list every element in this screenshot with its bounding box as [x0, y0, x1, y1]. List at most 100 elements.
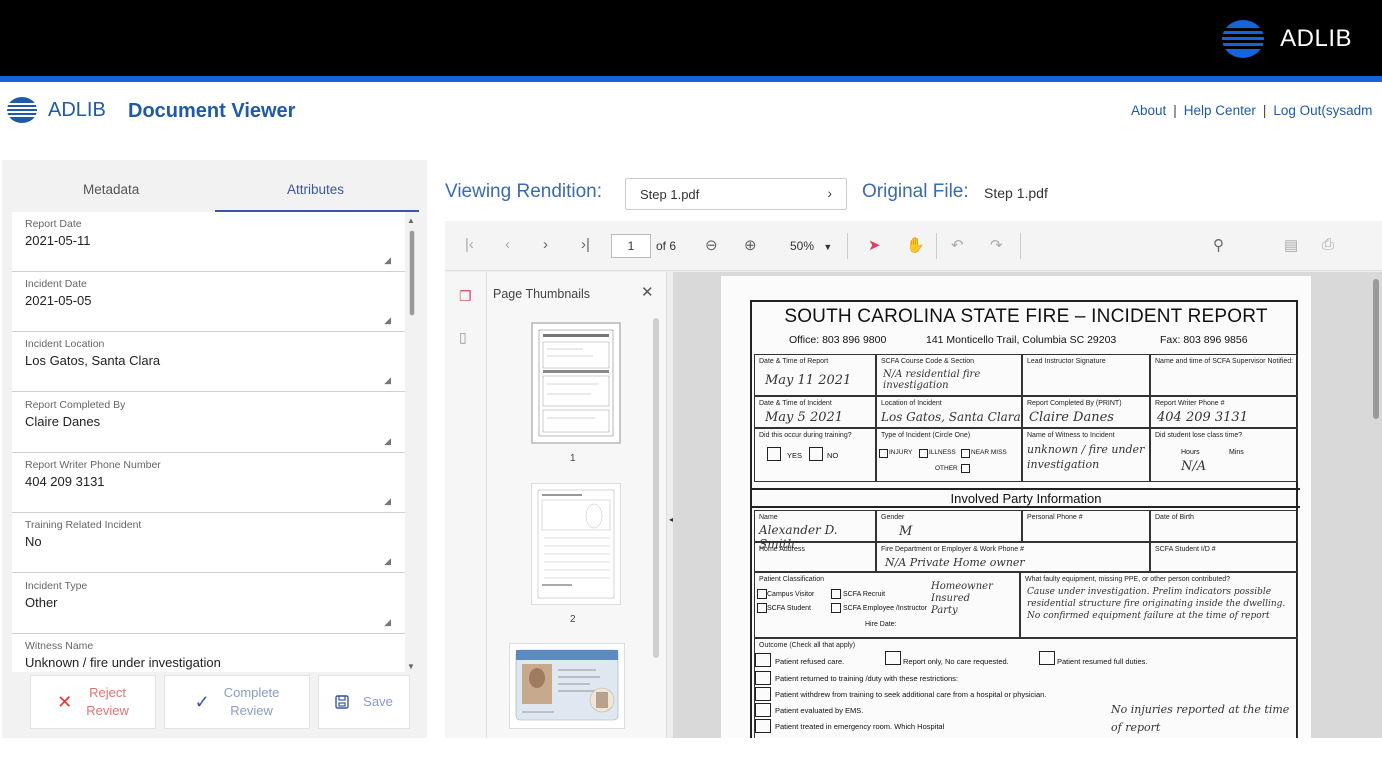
- form-address: 141 Monticello Trail, Columbia SC 29203: [926, 334, 1117, 346]
- next-page-icon[interactable]: ›: [543, 236, 548, 253]
- complete-label-line1: Complete: [223, 685, 280, 700]
- bookmark-icon[interactable]: ▯: [459, 329, 467, 346]
- resize-handle-icon[interactable]: ◢: [384, 436, 391, 447]
- cell-gender: Gender M: [876, 510, 1022, 542]
- cell-label: Home Address: [759, 546, 805, 553]
- thumbnails-scrollbar[interactable]: [653, 318, 659, 658]
- fields-scrollbar[interactable]: ▲ ▼: [407, 214, 417, 672]
- resize-handle-icon[interactable]: ◢: [384, 315, 391, 326]
- field-value[interactable]: Other: [25, 595, 58, 610]
- help-center-link[interactable]: Help Center: [1184, 103, 1256, 118]
- handwritten-value: May 11 2021: [765, 373, 852, 388]
- rendition-select[interactable]: Step 1.pdf ›: [625, 178, 847, 210]
- print-icon[interactable]: ⎙: [1322, 236, 1334, 253]
- viewer-side-strip: ❐ ▯: [445, 272, 487, 738]
- save-button[interactable]: Save: [318, 675, 410, 729]
- field-value[interactable]: 2021-05-05: [25, 293, 92, 308]
- field-label: Report Date: [25, 218, 82, 230]
- cell-label: SCFA Student I/D #: [1155, 546, 1216, 553]
- redo-icon[interactable]: ↷: [990, 236, 1003, 254]
- last-page-icon[interactable]: ›|: [581, 236, 590, 253]
- field-value[interactable]: 404 209 3131: [25, 474, 105, 489]
- cell-witness: Name of Witness to Incident unknown / fi…: [1022, 428, 1150, 482]
- page-view-icon[interactable]: ▤: [1284, 236, 1298, 254]
- resize-handle-icon[interactable]: ◢: [384, 255, 391, 266]
- select-pointer-icon[interactable]: ➤: [868, 236, 881, 254]
- cell-patient-classification: Patient Classification Campus Visitor SC…: [754, 572, 1020, 638]
- field-value[interactable]: Los Gatos, Santa Clara: [25, 353, 160, 368]
- resize-handle-icon[interactable]: ◢: [384, 556, 391, 567]
- checkbox-withdrew: [755, 687, 771, 701]
- first-page-icon[interactable]: |‹: [465, 236, 474, 253]
- thumbnail-page-1[interactable]: [531, 322, 621, 444]
- cell-employer: Fire Department or Employer & Work Phone…: [876, 542, 1150, 572]
- handwritten-value: N/A Private Home owner: [885, 556, 1025, 569]
- banner-brand: ADLIB: [1220, 18, 1352, 60]
- thumbnails-icon[interactable]: ❐: [459, 288, 472, 305]
- handwritten-value: M: [899, 524, 913, 539]
- handwritten-value: Homeowner Insured Party: [931, 581, 993, 616]
- field-value[interactable]: No: [25, 534, 42, 549]
- field-value[interactable]: Unknown / fire under investigation: [25, 655, 221, 670]
- reject-review-button[interactable]: ✕ Reject Review: [30, 675, 156, 729]
- zoom-out-icon[interactable]: ⊖: [705, 236, 718, 254]
- resize-handle-icon[interactable]: ◢: [384, 375, 391, 386]
- cell-writer-phone: Report Writer Phone # 404 209 3131: [1150, 396, 1298, 428]
- field-value[interactable]: 2021-05-11: [25, 233, 91, 248]
- app-header: ADLIB Document Viewer About | Help Center |…: [0, 82, 1382, 142]
- page-thumbnails-panel: Page Thumbnails ✕ 1 2: [487, 272, 667, 738]
- form-title: SOUTH CAROLINA STATE FIRE – INCIDENT REP…: [784, 306, 1268, 327]
- scroll-down-icon[interactable]: ▼: [407, 662, 415, 671]
- field-writer-phone[interactable]: Report Writer Phone Number 404 209 3131 …: [12, 453, 405, 513]
- resize-handle-icon[interactable]: ◢: [384, 617, 391, 628]
- field-incident-date[interactable]: Incident Date 2021-05-05 ◢: [12, 272, 405, 332]
- scrollbar-thumb[interactable]: [409, 230, 415, 316]
- page-number-input[interactable]: 1: [611, 234, 651, 258]
- checkbox-ems: [755, 703, 771, 717]
- field-incident-type[interactable]: Incident Type Other ◢: [12, 574, 405, 634]
- incident-report-form: SOUTH CAROLINA STATE FIRE – INCIDENT REP…: [750, 300, 1300, 738]
- zoom-select[interactable]: 50% ▼: [790, 239, 832, 253]
- app-logo[interactable]: ADLIB: [6, 96, 106, 124]
- tab-attributes[interactable]: Attributes: [287, 182, 344, 197]
- field-value[interactable]: Claire Danes: [25, 414, 100, 429]
- cell-dob: Date of Birth: [1150, 510, 1298, 542]
- field-training-related[interactable]: Training Related Incident No ◢: [12, 513, 405, 573]
- cell-label: Date & Time of Incident: [759, 400, 832, 407]
- cell-lose-class-time: Did student lose class time? Hours Mins …: [1150, 428, 1298, 482]
- tab-metadata[interactable]: Metadata: [83, 182, 139, 197]
- field-report-completed-by[interactable]: Report Completed By Claire Danes ◢: [12, 393, 405, 453]
- logout-link[interactable]: Log Out(sysadm: [1273, 103, 1372, 118]
- field-witness-name[interactable]: Witness Name Unknown / fire under invest…: [12, 634, 405, 672]
- toolbar-divider: [936, 233, 937, 259]
- checkbox-label: NEAR MISS: [971, 449, 1007, 456]
- scroll-up-icon[interactable]: ▲: [407, 216, 415, 225]
- checkbox-refused: [755, 653, 771, 667]
- document-scrollbar[interactable]: [1373, 279, 1379, 419]
- thumbnail-page-3-preview: [515, 649, 619, 721]
- header-links: About | Help Center | Log Out(sysadm: [1131, 103, 1372, 118]
- complete-review-button[interactable]: ✓ Complete Review: [164, 675, 310, 729]
- close-icon[interactable]: ✕: [641, 283, 654, 301]
- field-label: Training Related Incident: [25, 519, 142, 531]
- field-incident-location[interactable]: Incident Location Los Gatos, Santa Clara…: [12, 332, 405, 392]
- pan-hand-icon[interactable]: ✋: [906, 236, 925, 254]
- search-icon[interactable]: ⚲: [1213, 236, 1224, 254]
- resize-handle-icon[interactable]: ◢: [384, 496, 391, 507]
- checkbox-returned: [755, 671, 771, 685]
- thumbnail-page-3[interactable]: [509, 643, 625, 729]
- checkbox-scfa-employee: [831, 603, 841, 613]
- thumbnail-page-2[interactable]: [531, 483, 621, 605]
- cell-during-training: Did this occur during training? YES NO: [754, 428, 876, 482]
- undo-icon[interactable]: ↶: [951, 236, 964, 254]
- zoom-in-icon[interactable]: ⊕: [744, 236, 757, 254]
- cell-name: Name Alexander D. Smith: [754, 510, 876, 551]
- about-link[interactable]: About: [1131, 103, 1166, 118]
- checkbox-other: [961, 464, 970, 473]
- checkbox-label: OTHER: [935, 465, 958, 472]
- field-report-date[interactable]: Report Date 2021-05-11 ◢: [12, 212, 405, 272]
- previous-page-icon[interactable]: ‹: [505, 236, 510, 253]
- cell-label: Personal Phone #: [1027, 514, 1083, 521]
- field-label: Witness Name: [25, 640, 94, 652]
- checkbox-scfa-recruit: [831, 589, 841, 599]
